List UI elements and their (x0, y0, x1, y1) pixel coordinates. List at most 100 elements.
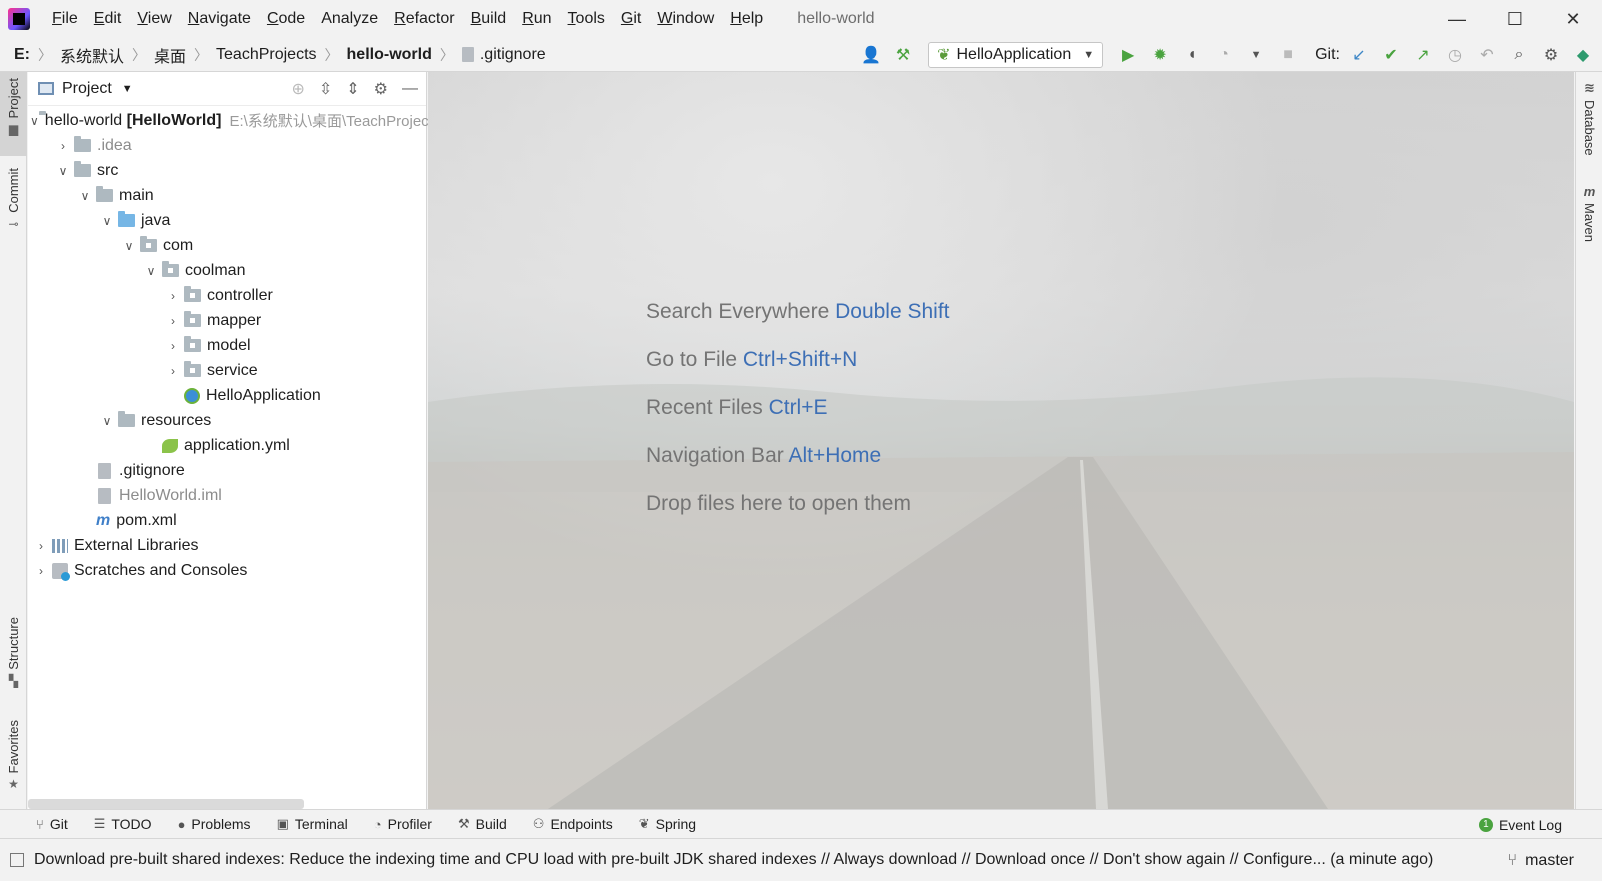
git-branch-widget[interactable]: ⑂ master (1507, 839, 1574, 881)
tree-item-model[interactable]: › model (28, 333, 426, 358)
tree-item-root[interactable]: ∨ hello-world [HelloWorld] E:\系统默认\桌面\Te… (28, 108, 517, 133)
tree-item-hello-application[interactable]: HelloApplication (28, 383, 426, 408)
chevron-down-icon[interactable]: ∨ (30, 114, 39, 128)
breadcrumb-project[interactable]: hello-world (347, 46, 432, 64)
chevron-right-icon[interactable]: › (30, 564, 52, 578)
chevron-right-icon[interactable]: › (162, 364, 184, 378)
menu-build[interactable]: Build (463, 10, 515, 28)
stop-icon[interactable]: ■ (1275, 42, 1301, 68)
menu-run[interactable]: Run (514, 10, 559, 28)
tree-item-mapper[interactable]: › mapper (28, 308, 426, 333)
chevron-down-icon[interactable]: ∨ (96, 214, 118, 228)
menu-tools[interactable]: Tools (560, 10, 613, 28)
chevron-down-icon[interactable]: ∨ (118, 239, 140, 253)
tab-build[interactable]: ⚒ Build (458, 816, 507, 832)
tab-database[interactable]: ≋ Database (1576, 80, 1602, 170)
rollback-icon[interactable]: ↶ (1474, 42, 1500, 68)
gear-icon[interactable]: ⚙ (1538, 42, 1564, 68)
hint-navigation-bar: Navigation Bar Alt+Home (646, 444, 882, 467)
close-button[interactable]: ✕ (1544, 0, 1602, 38)
menu-navigate[interactable]: Navigate (180, 10, 259, 28)
tab-git[interactable]: ⑂ Git (36, 816, 68, 832)
chevron-down-icon[interactable]: ∨ (96, 414, 118, 428)
tree-item-idea[interactable]: › .idea (28, 133, 426, 158)
tree-item-service[interactable]: › service (28, 358, 426, 383)
chevron-down-icon[interactable]: ∨ (140, 264, 162, 278)
expand-all-icon[interactable]: ⇳ (319, 79, 332, 99)
locate-icon[interactable]: ⊕ (291, 79, 304, 99)
hide-panel-icon[interactable]: — (402, 80, 418, 98)
profile-icon[interactable]: ◔ (1211, 42, 1237, 68)
tab-endpoints[interactable]: ⚇ Endpoints (533, 816, 613, 832)
breadcrumb-folder[interactable]: 系统默认 (60, 43, 124, 67)
breadcrumb-folder[interactable]: TeachProjects (216, 46, 317, 64)
tab-spring[interactable]: ❦ Spring (639, 816, 696, 832)
search-icon[interactable]: ⌕ (1506, 42, 1532, 68)
tab-profiler[interactable]: ◔ Profiler (374, 816, 432, 832)
menu-file[interactable]: File (44, 10, 86, 28)
git-update-icon[interactable]: ↙ (1346, 42, 1372, 68)
git-push-icon[interactable]: ↗ (1410, 42, 1436, 68)
tree-item-external-libraries[interactable]: › External Libraries (28, 533, 426, 558)
more-run-options-icon[interactable]: ▼ (1243, 42, 1269, 68)
chevron-right-icon[interactable]: › (52, 139, 74, 153)
editor-area[interactable]: Search Everywhere Double Shift Go to Fil… (428, 72, 1574, 809)
tree-item-gitignore[interactable]: .gitignore (28, 458, 426, 483)
breadcrumb-file[interactable]: .gitignore (461, 46, 546, 64)
project-view-selector[interactable]: Project (62, 80, 112, 98)
menu-code[interactable]: Code (259, 10, 313, 28)
toolbox-icon[interactable]: ◆ (1570, 42, 1596, 68)
tab-favorites[interactable]: Favorites ★ (0, 720, 27, 800)
maximize-button[interactable]: ☐ (1486, 0, 1544, 38)
tab-commit[interactable]: Commit ⊸ (0, 168, 27, 242)
tree-item-src[interactable]: ∨ src (28, 158, 426, 183)
tree-item-pom[interactable]: m pom.xml (28, 508, 426, 533)
debug-icon[interactable]: ✹ (1147, 42, 1173, 68)
run-icon[interactable]: ▶ (1115, 42, 1141, 68)
minimize-button[interactable]: — (1428, 0, 1486, 38)
coverage-icon[interactable]: ◖ (1179, 42, 1205, 68)
tree-item-scratches[interactable]: › Scratches and Consoles (28, 558, 426, 583)
tab-terminal[interactable]: ▣ Terminal (277, 816, 348, 832)
menu-help[interactable]: Help (722, 10, 771, 28)
gear-icon[interactable]: ⚙ (374, 79, 388, 99)
tab-todo[interactable]: ☰ TODO (94, 816, 152, 832)
status-message[interactable]: Download pre-built shared indexes: Reduc… (34, 851, 1504, 869)
tree-item-controller[interactable]: › controller (28, 283, 426, 308)
event-log-button[interactable]: 1 Event Log (1478, 810, 1562, 839)
git-commit-icon[interactable]: ✔ (1378, 42, 1404, 68)
tree-item-main[interactable]: ∨ main (28, 183, 426, 208)
menu-view[interactable]: View (129, 10, 179, 28)
chevron-right-icon[interactable]: › (162, 289, 184, 303)
menu-refactor[interactable]: Refactor (386, 10, 462, 28)
chevron-right-icon[interactable]: › (162, 314, 184, 328)
breadcrumb-folder[interactable]: 桌面 (154, 43, 186, 67)
chevron-down-icon[interactable]: ∨ (74, 189, 96, 203)
run-configuration-select[interactable]: ❦ HelloApplication ▼ (928, 42, 1104, 68)
tree-item-iml[interactable]: HelloWorld.iml (28, 483, 426, 508)
tree-item-resources[interactable]: ∨ resources (28, 408, 426, 433)
tool-windows-toggle-icon[interactable] (10, 853, 24, 867)
chevron-right-icon[interactable]: › (162, 339, 184, 353)
build-hammer-icon[interactable]: ⚒ (890, 42, 916, 68)
menu-git[interactable]: Git (613, 10, 649, 28)
menu-analyze[interactable]: Analyze (313, 10, 386, 28)
chevron-down-icon[interactable]: ▼ (122, 83, 133, 95)
tab-maven[interactable]: m Maven (1576, 184, 1602, 254)
user-icon[interactable]: 👤 (858, 42, 884, 68)
tab-structure[interactable]: Structure ▚ (0, 617, 27, 697)
history-icon[interactable]: ◷ (1442, 42, 1468, 68)
tree-item-com[interactable]: ∨ com (28, 233, 426, 258)
chevron-down-icon[interactable]: ∨ (52, 164, 74, 178)
tree-item-coolman[interactable]: ∨ coolman (28, 258, 426, 283)
tree-item-java[interactable]: ∨ java (28, 208, 426, 233)
menu-window[interactable]: Window (649, 10, 722, 28)
breadcrumb-drive[interactable]: E: (14, 46, 30, 64)
horizontal-scrollbar[interactable] (28, 799, 304, 809)
menu-edit[interactable]: Edit (86, 10, 130, 28)
tree-item-application-yml[interactable]: application.yml (28, 433, 426, 458)
tab-project[interactable]: Project ▆ (0, 72, 27, 156)
chevron-right-icon[interactable]: › (30, 539, 52, 553)
tab-problems[interactable]: ● Problems (178, 816, 251, 832)
collapse-all-icon[interactable]: ⇕ (346, 79, 359, 99)
